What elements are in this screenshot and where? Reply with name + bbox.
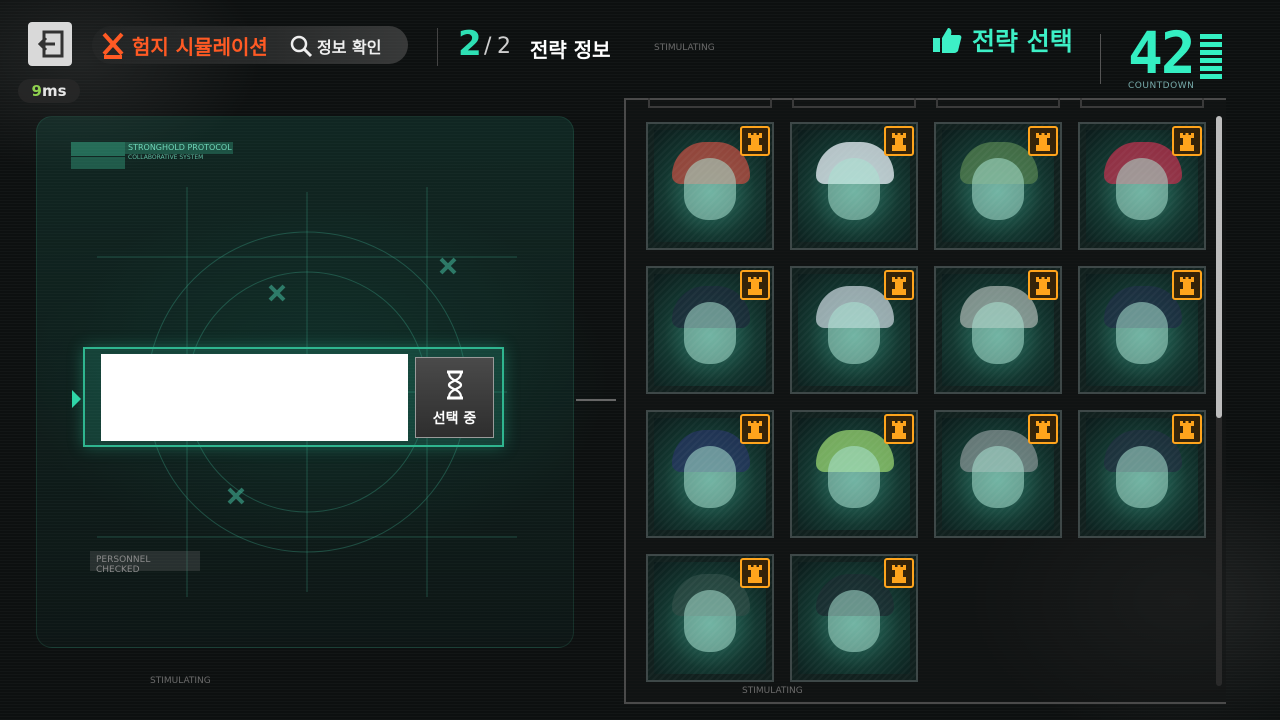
countdown-label: COUNTDOWN xyxy=(1128,81,1195,91)
divider xyxy=(1100,34,1101,84)
rook-tower-icon xyxy=(740,414,770,444)
ping-unit: ms xyxy=(41,82,67,100)
rook-tower-icon xyxy=(1172,270,1202,300)
protocol-line1: STRONGHOLD PROTOCOL xyxy=(128,143,232,152)
section-title: 전략 정보 xyxy=(530,38,611,62)
mode-title: 험지 시뮬레이션 xyxy=(132,35,268,59)
rook-tower-icon xyxy=(740,270,770,300)
rook-tower-icon xyxy=(884,414,914,444)
operator-card[interactable] xyxy=(646,266,774,394)
decor-text: STIMULATING xyxy=(654,43,715,53)
card-row-stub xyxy=(792,98,916,108)
card-row-stub xyxy=(648,98,772,108)
thumbs-up-icon xyxy=(933,28,962,53)
selecting-button-label: 선택 중 xyxy=(432,411,477,427)
operator-card[interactable] xyxy=(646,554,774,682)
rook-tower-icon xyxy=(740,126,770,156)
operator-card[interactable] xyxy=(1078,266,1206,394)
ping-indicator: 9 ms xyxy=(18,79,80,103)
rook-tower-icon xyxy=(1028,270,1058,300)
rook-tower-icon xyxy=(1028,414,1058,444)
decor-text: STIMULATING xyxy=(150,676,211,686)
page-current: 2 xyxy=(458,24,482,64)
exit-button[interactable] xyxy=(28,22,72,66)
operator-card[interactable] xyxy=(1078,122,1206,250)
personnel-tag: PERSONNEL CHECKED xyxy=(90,551,200,575)
rook-tower-icon xyxy=(1028,126,1058,156)
countdown-value: 42 xyxy=(1128,19,1196,87)
divider xyxy=(437,28,438,66)
exit-door-icon xyxy=(37,30,64,58)
slot-pointer-icon xyxy=(72,390,81,408)
operator-card[interactable] xyxy=(790,122,918,250)
protocol-line2: COLLABORATIVE SYSTEM xyxy=(128,154,204,161)
operator-card[interactable] xyxy=(790,266,918,394)
scrollbar-thumb[interactable] xyxy=(1216,116,1222,418)
rook-tower-icon xyxy=(884,558,914,588)
operator-card[interactable] xyxy=(646,410,774,538)
page-separator: / xyxy=(484,34,492,59)
rook-tower-icon xyxy=(884,126,914,156)
select-title: 전략 선택 xyxy=(972,27,1073,56)
crossed-swords-icon xyxy=(102,32,124,59)
operator-card[interactable] xyxy=(790,410,918,538)
slot-content xyxy=(101,354,408,441)
operator-card[interactable] xyxy=(646,122,774,250)
decor-text: STIMULATING xyxy=(742,686,803,696)
hourglass-icon xyxy=(447,370,463,400)
ping-value: 9 xyxy=(31,82,42,100)
rook-tower-icon xyxy=(740,558,770,588)
countdown-bars xyxy=(1200,34,1222,82)
operator-card[interactable] xyxy=(790,554,918,682)
operator-card[interactable] xyxy=(934,122,1062,250)
card-row-stub xyxy=(1080,98,1204,108)
rook-tower-icon xyxy=(1172,126,1202,156)
connector-line xyxy=(576,399,616,401)
rook-tower-icon xyxy=(884,270,914,300)
operator-card[interactable] xyxy=(934,266,1062,394)
page-total: 2 xyxy=(497,34,511,59)
info-button[interactable]: 정보 확인 xyxy=(317,34,381,58)
operator-card[interactable] xyxy=(934,410,1062,538)
search-icon[interactable] xyxy=(289,34,313,58)
rook-tower-icon xyxy=(1172,414,1202,444)
operator-card[interactable] xyxy=(1078,410,1206,538)
card-row-stub xyxy=(936,98,1060,108)
